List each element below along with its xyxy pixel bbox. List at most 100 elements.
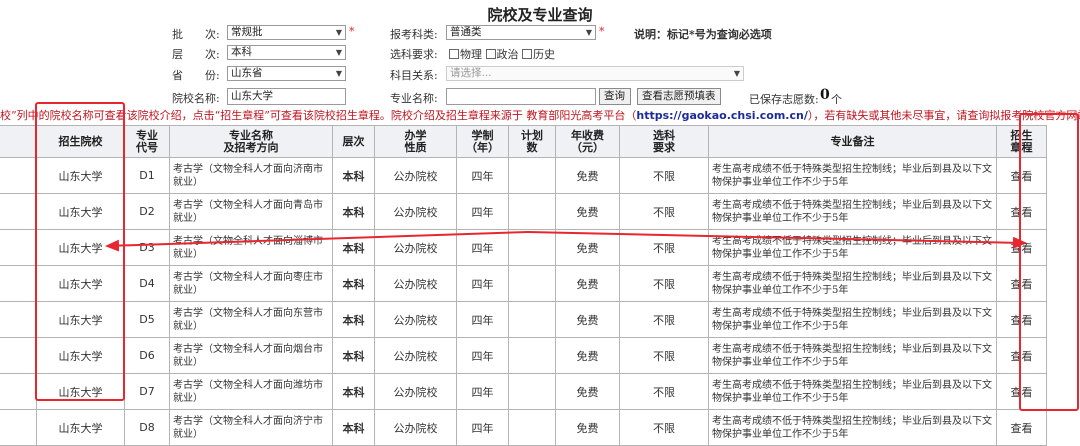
school-link[interactable]: 山东大学: [36, 337, 125, 374]
school-link[interactable]: 山东大学: [36, 229, 125, 266]
major-code: D1: [124, 157, 170, 194]
info-text-part2: ），若有缺失或其他未尽事宜，请查询拟报考院校官方网站。: [807, 109, 1080, 122]
school-nature: 公办院校: [374, 409, 457, 446]
charter-link[interactable]: 查看: [996, 157, 1047, 194]
table-row: 山东大学 D2 考古学（文物全科人才面向青岛市就业） 本科 公办院校 四年 免费 不限 考生高考…: [0, 193, 1047, 230]
level-label: 层 次:: [172, 48, 220, 61]
table-body: 山东大学 D1 考古学（文物全科人才面向济南市就业） 本科 公办院校 四年 免费 不限 考生高考…: [0, 157, 1047, 446]
batch-select[interactable]: 常规批 ▼: [227, 25, 346, 40]
table-row: 山东大学 D1 考古学（文物全科人才面向济南市就业） 本科 公办院校 四年 免费 不限 考生高考…: [0, 157, 1047, 194]
charter-link[interactable]: 查看: [996, 373, 1047, 410]
plan-count: [508, 337, 556, 374]
major-code: D4: [124, 265, 170, 302]
school-nature: 公办院校: [374, 193, 457, 230]
charter-link[interactable]: 查看: [996, 229, 1047, 266]
major-remark: 考生高考成绩不低于特殊类型招生控制线；毕业后到县及以下文物保护事业单位工作不少于…: [708, 373, 997, 410]
level-select[interactable]: 本科 ▼: [227, 45, 346, 60]
plan-count: [508, 193, 556, 230]
saved-count: 0: [820, 87, 830, 103]
plan-count: [508, 229, 556, 266]
form-note: 说明：标记*号为查询必选项: [634, 28, 772, 41]
subject-rel-label: 科目关系:: [390, 69, 438, 82]
politics-checkbox[interactable]: 政治: [485, 48, 519, 61]
row-blank: [0, 157, 37, 194]
table-row: 山东大学 D3 考古学（文物全科人才面向淄博市就业） 本科 公办院校 四年 免费 不限 考生高考…: [0, 229, 1047, 266]
col-header-remark: 专业备注: [708, 125, 997, 158]
preview-button[interactable]: 查看志愿预填表: [637, 88, 721, 105]
major-remark: 考生高考成绩不低于特殊类型招生控制线；毕业后到县及以下文物保护事业单位工作不少于…: [708, 229, 997, 266]
charter-link[interactable]: 查看: [996, 265, 1047, 302]
major-name: 考古学（文物全科人才面向枣庄市就业）: [169, 265, 333, 302]
annual-fee: 免费: [555, 337, 620, 374]
info-text-part1: 校”列中的院校名称可查看该院校介绍，点击“招生章程”可查看该院校招生章程。院校介…: [0, 109, 637, 122]
checkbox-icon: [522, 49, 532, 59]
province-select[interactable]: 山东省 ▼: [227, 66, 346, 81]
row-blank: [0, 409, 37, 446]
major-level: 本科: [332, 337, 375, 374]
col-header-nature: 办学 性质: [374, 125, 457, 158]
major-code: D2: [124, 193, 170, 230]
major-remark: 考生高考成绩不低于特殊类型招生控制线；毕业后到县及以下文物保护事业单位工作不少于…: [708, 265, 997, 302]
col-header-school: 招生院校: [36, 125, 125, 158]
page-title: 院校及专业查询: [487, 6, 593, 24]
major-name-input[interactable]: [446, 88, 596, 105]
major-remark: 考生高考成绩不低于特殊类型招生控制线；毕业后到县及以下文物保护事业单位工作不少于…: [708, 193, 997, 230]
table-row: 山东大学 D8 考古学（文物全科人才面向济宁市就业） 本科 公办院校 四年 免费 不限 考生高考…: [0, 409, 1047, 446]
politics-label: 政治: [496, 48, 519, 61]
school-name-input[interactable]: 山东大学: [227, 88, 346, 105]
subject-requirement: 不限: [619, 265, 709, 302]
batch-value: 常规批: [231, 26, 263, 38]
school-link[interactable]: 山东大学: [36, 265, 125, 302]
school-name-label: 院校名称:: [172, 92, 220, 105]
charter-link[interactable]: 查看: [996, 301, 1047, 338]
col-header-charter: 招生 章程: [996, 125, 1047, 158]
col-header-blank: [0, 125, 37, 158]
history-checkbox[interactable]: 历史: [522, 48, 555, 61]
table-row: 山东大学 D5 考古学（文物全科人才面向东营市就业） 本科 公办院校 四年 免费 不限 考生高考…: [0, 301, 1047, 338]
col-header-fee: 年收费 （元）: [555, 125, 620, 158]
row-blank: [0, 265, 37, 302]
school-link[interactable]: 山东大学: [36, 301, 125, 338]
annual-fee: 免费: [555, 193, 620, 230]
query-button[interactable]: 查询: [599, 88, 631, 105]
charter-link[interactable]: 查看: [996, 409, 1047, 446]
major-level: 本科: [332, 301, 375, 338]
source-link[interactable]: https://gaokao.chsi.com.cn/: [636, 109, 807, 122]
plan-count: [508, 301, 556, 338]
plan-count: [508, 265, 556, 302]
major-name: 考古学（文物全科人才面向烟台市就业）: [169, 337, 333, 374]
major-code: D3: [124, 229, 170, 266]
col-header-code: 专业 代号: [124, 125, 170, 158]
province-value: 山东省: [231, 67, 263, 79]
study-years: 四年: [456, 229, 509, 266]
annual-fee: 免费: [555, 301, 620, 338]
major-level: 本科: [332, 229, 375, 266]
study-years: 四年: [456, 193, 509, 230]
school-link[interactable]: 山东大学: [36, 193, 125, 230]
charter-link[interactable]: 查看: [996, 337, 1047, 374]
col-header-years: 学制 （年）: [456, 125, 509, 158]
physics-checkbox[interactable]: 物理: [449, 48, 482, 61]
plan-count: [508, 373, 556, 410]
table-row: 山东大学 D7 考古学（文物全科人才面向潍坊市就业） 本科 公办院校 四年 免费 不限 考生高考…: [0, 373, 1047, 410]
exam-type-select[interactable]: 普通类 ▼: [446, 25, 596, 40]
col-header-major: 专业名称 及招考方向: [169, 125, 333, 158]
chevron-down-icon: ▼: [335, 28, 342, 37]
saved-unit: 个: [831, 93, 842, 106]
exam-type-value: 普通类: [450, 26, 482, 38]
annual-fee: 免费: [555, 265, 620, 302]
chevron-down-icon: ▼: [335, 69, 342, 78]
school-link[interactable]: 山东大学: [36, 157, 125, 194]
subject-rel-select[interactable]: 请选择... ▼: [446, 66, 744, 81]
province-label: 省 份:: [172, 69, 220, 82]
major-code: D7: [124, 373, 170, 410]
row-blank: [0, 229, 37, 266]
major-name-label: 专业名称:: [390, 92, 438, 105]
school-link[interactable]: 山东大学: [36, 373, 125, 410]
school-link[interactable]: 山东大学: [36, 409, 125, 446]
plan-count: [508, 157, 556, 194]
subject-checkbox-group: 物理 政治 历史: [449, 46, 555, 62]
saved-label: 已保存志愿数:: [749, 93, 819, 106]
major-level: 本科: [332, 157, 375, 194]
charter-link[interactable]: 查看: [996, 193, 1047, 230]
